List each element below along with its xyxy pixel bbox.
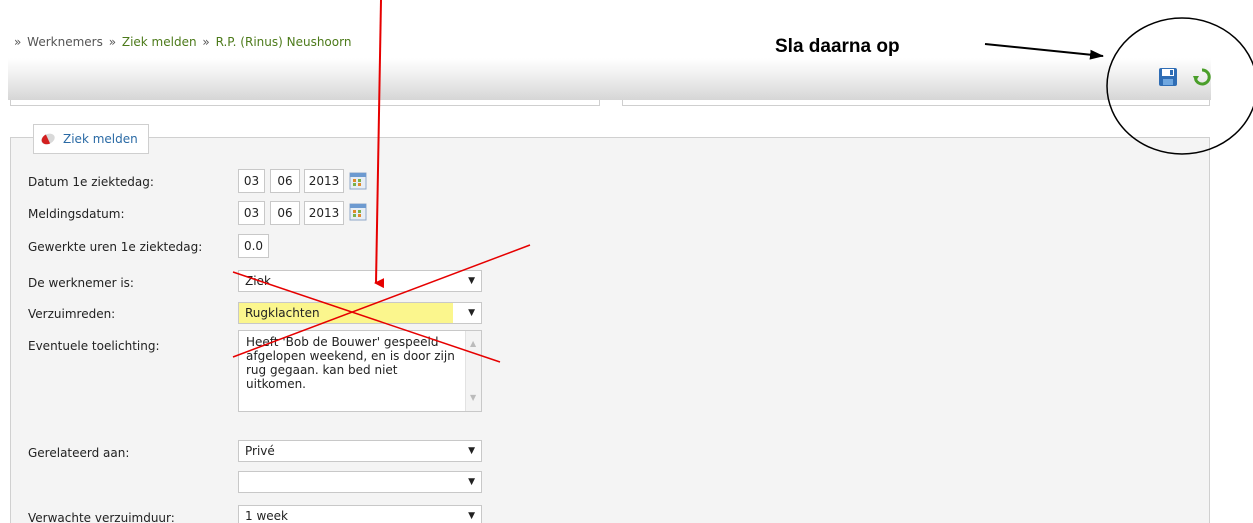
datum-label: Datum 1e ziektedag: [28, 175, 154, 189]
pill-icon [41, 133, 55, 145]
gerelateerd-label: Gerelateerd aan: [28, 446, 130, 460]
werknemer-value: Ziek [245, 274, 271, 288]
datum-calendar-button[interactable] [349, 172, 367, 190]
uren-label: Gewerkte uren 1e ziektedag: [28, 240, 203, 254]
melding-day-input[interactable]: 03 [238, 201, 265, 225]
gerelateerd-select[interactable]: Privé ▼ [238, 440, 482, 462]
floppy-disk-icon [1159, 68, 1177, 86]
datum-month-input[interactable]: 06 [270, 169, 300, 193]
textarea-scrollbar[interactable]: ▲ ▼ [465, 331, 481, 411]
black-arrow [984, 43, 1104, 60]
annotation-text: Sla daarna op [775, 36, 900, 57]
toelichting-label: Eventuele toelichting: [28, 339, 160, 353]
melding-month-input[interactable]: 06 [270, 201, 300, 225]
breadcrumb-werknemers[interactable]: Werknemers [27, 35, 103, 49]
chevron-up-icon[interactable]: ▲ [470, 337, 476, 351]
extra-select[interactable]: ▼ [238, 471, 482, 493]
toolbar [8, 58, 1211, 100]
upper-right-panel [622, 100, 1210, 106]
datum-day-input[interactable]: 03 [238, 169, 265, 193]
melding-calendar-button[interactable] [349, 203, 367, 221]
verzuim-value: Rugklachten [239, 303, 453, 323]
upper-left-panel [10, 100, 600, 106]
verwacht-label: Verwachte verzuimduur: [28, 511, 175, 523]
breadcrumb-separator: » [14, 35, 22, 49]
chevron-down-icon: ▼ [468, 446, 475, 456]
toelichting-textarea[interactable]: Heeft 'Bob de Bouwer' gespeeld afgelopen… [238, 330, 482, 412]
breadcrumb: » Werknemers » Ziek melden » R.P. (Rinus… [12, 35, 351, 49]
breadcrumb-employee[interactable]: R.P. (Rinus) Neushoorn [216, 35, 352, 49]
verzuim-select[interactable]: Rugklachten ▼ [238, 302, 482, 324]
chevron-down-icon: ▼ [468, 308, 475, 318]
breadcrumb-separator: » [202, 35, 210, 49]
breadcrumb-separator: » [108, 35, 117, 49]
melding-label: Meldingsdatum: [28, 207, 125, 221]
refresh-icon [1193, 68, 1211, 86]
verwacht-value: 1 week [245, 509, 288, 523]
chevron-down-icon[interactable]: ▼ [470, 391, 476, 405]
datum-year-input[interactable]: 2013 [304, 169, 344, 193]
uren-input[interactable]: 0.0 [238, 234, 269, 258]
gerelateerd-value: Privé [245, 444, 275, 458]
melding-year-input[interactable]: 2013 [304, 201, 344, 225]
chevron-down-icon: ▼ [468, 511, 475, 521]
werknemer-label: De werknemer is: [28, 276, 134, 290]
werknemer-select[interactable]: Ziek ▼ [238, 270, 482, 292]
calendar-icon [349, 203, 367, 221]
save-button[interactable] [1158, 67, 1178, 87]
breadcrumb-ziek-melden[interactable]: Ziek melden [122, 35, 197, 49]
ziek-melden-form [10, 137, 1210, 523]
verwacht-select[interactable]: 1 week ▼ [238, 505, 482, 523]
verzuim-label: Verzuimreden: [28, 307, 116, 321]
calendar-icon [349, 172, 367, 190]
toelichting-value: Heeft 'Bob de Bouwer' gespeeld afgelopen… [246, 335, 455, 391]
refresh-button[interactable] [1192, 67, 1212, 87]
tab-ziek-melden[interactable]: Ziek melden [33, 124, 149, 154]
chevron-down-icon: ▼ [468, 477, 475, 487]
chevron-down-icon: ▼ [468, 276, 475, 286]
tab-label: Ziek melden [63, 132, 138, 146]
